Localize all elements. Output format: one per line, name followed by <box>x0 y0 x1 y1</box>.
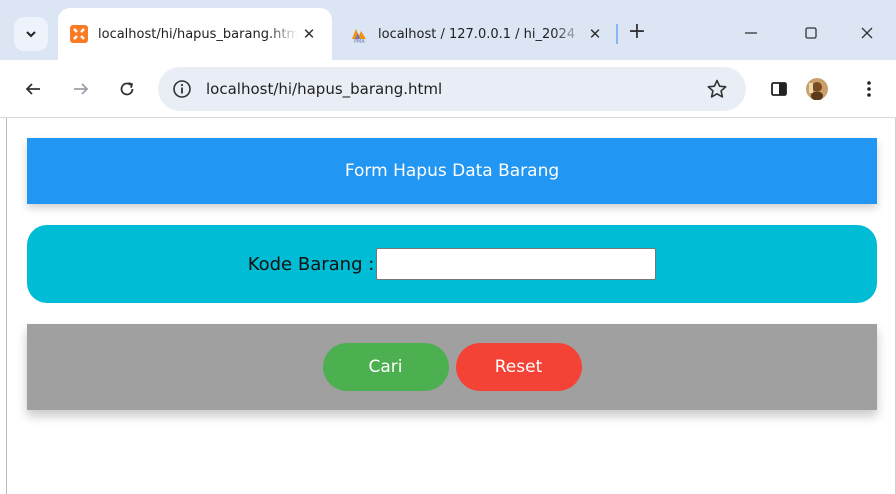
minimize-icon <box>745 32 757 34</box>
arrow-left-icon <box>25 83 40 95</box>
kode-barang-input[interactable] <box>376 248 657 280</box>
tab-hapus-barang[interactable]: localhost/hi/hapus_barang.html ✕ <box>58 8 332 60</box>
maximize-icon <box>805 27 817 39</box>
phpmyadmin-icon: PMA <box>352 29 366 43</box>
profile-avatar[interactable] <box>804 76 830 102</box>
avatar-icon <box>806 78 828 100</box>
info-icon[interactable] <box>172 79 192 99</box>
tab-title: localhost/hi/hapus_barang.html <box>98 26 298 42</box>
cari-button[interactable]: Cari <box>322 343 449 391</box>
bookmark-star-icon[interactable] <box>706 78 728 100</box>
reload-icon <box>120 82 134 96</box>
page-content: Form Hapus Data Barang Kode Barang : Car… <box>0 118 896 494</box>
svg-text:PMA: PMA <box>354 39 365 43</box>
tab-title: localhost / 127.0.0.1 / hi_2024 <box>378 26 576 42</box>
reset-button[interactable]: Reset <box>455 343 582 391</box>
close-tab-icon[interactable]: ✕ <box>298 25 320 43</box>
maximize-button[interactable] <box>796 20 826 46</box>
new-tab-button[interactable]: + <box>624 20 650 46</box>
xampp-icon <box>70 25 88 43</box>
kode-barang-label: Kode Barang : <box>247 253 375 275</box>
page-title: Form Hapus Data Barang <box>344 161 560 181</box>
reload-button[interactable] <box>112 74 142 104</box>
tab-phpmyadmin[interactable]: PMA localhost / 127.0.0.1 / hi_2024 ✕ <box>338 8 618 60</box>
page-border <box>6 118 7 494</box>
form-header: Form Hapus Data Barang <box>27 138 877 204</box>
side-panel-icon <box>771 82 787 96</box>
tab-strip: localhost/hi/hapus_barang.html ✕ PMA loc… <box>0 0 896 60</box>
close-icon <box>861 27 873 39</box>
close-window-button[interactable] <box>852 20 882 46</box>
tab-separator <box>616 24 618 44</box>
kebab-menu-icon <box>867 81 871 97</box>
kode-barang-row: Kode Barang : <box>27 225 877 303</box>
action-bar: Cari Reset <box>27 324 877 410</box>
menu-button[interactable] <box>856 76 882 102</box>
browser-toolbar: localhost/hi/hapus_barang.html <box>0 60 896 118</box>
back-button[interactable] <box>18 74 48 104</box>
address-bar[interactable]: localhost/hi/hapus_barang.html <box>158 67 746 111</box>
tab-search-button[interactable] <box>14 17 48 51</box>
url-text: localhost/hi/hapus_barang.html <box>206 80 443 98</box>
close-tab-icon[interactable]: ✕ <box>584 25 606 43</box>
side-panel-button[interactable] <box>766 76 792 102</box>
forward-button[interactable] <box>66 74 96 104</box>
chevron-down-icon <box>26 31 36 38</box>
minimize-button[interactable] <box>736 20 766 46</box>
arrow-right-icon <box>74 83 89 95</box>
